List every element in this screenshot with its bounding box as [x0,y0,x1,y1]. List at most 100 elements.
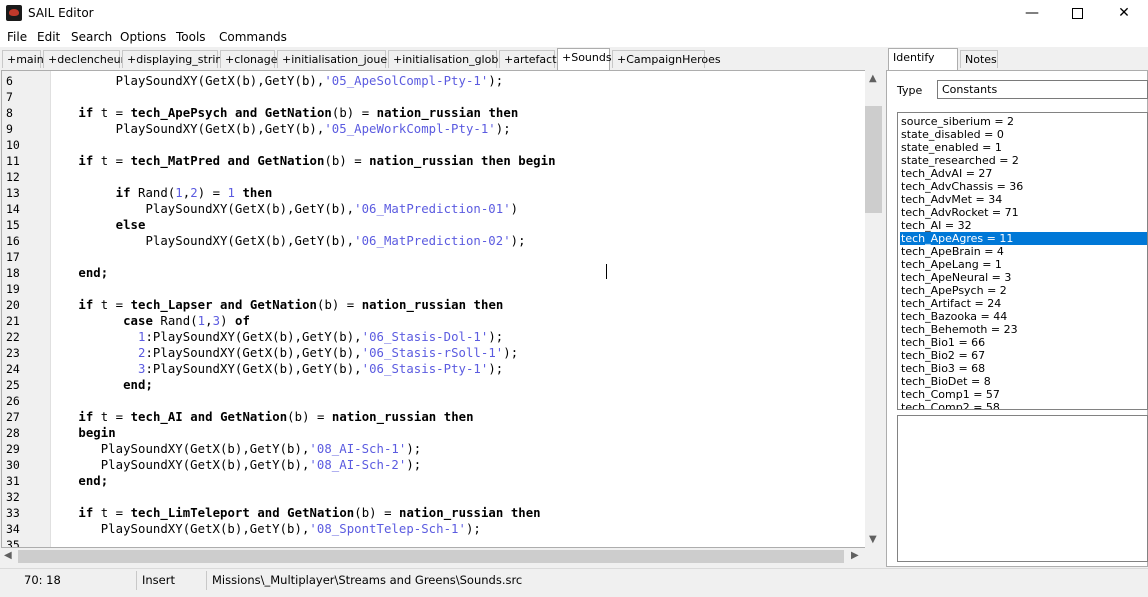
chevron-down-icon[interactable]: ▼ [869,534,877,545]
tab-displaying-strings[interactable]: +displaying_strings [122,50,235,68]
close-icon[interactable]: ✕ [1101,0,1147,27]
menu-options[interactable]: Options [120,30,166,44]
code-line[interactable]: case Rand(1,3) of [56,314,250,328]
code-line[interactable]: else [56,218,146,232]
constant-item[interactable]: tech_ApeLang = 1 [900,258,1147,271]
tab-main[interactable]: +main [2,50,44,68]
menu-tools[interactable]: Tools [176,30,206,44]
constant-item[interactable]: tech_AdvChassis = 36 [900,180,1147,193]
keyword: nation_russian [361,298,467,312]
chevron-right-icon[interactable]: ▶ [851,550,859,561]
tab-initialisation-globale[interactable]: +initialisation_globale [388,50,515,68]
constant-name: tech_BioDet [901,375,968,388]
tab-sounds[interactable]: +Sounds [557,48,612,70]
code-line[interactable]: PlaySoundXY(GetX(b),GetY(b),'08_AI-Sch-2… [56,458,421,472]
code-line[interactable]: PlaySoundXY(GetX(b),GetY(b),'05_ApeWorkC… [56,122,511,136]
title-bar [0,0,1148,27]
keyword: GetNation [287,506,355,520]
menu-search[interactable]: Search [71,30,112,44]
code-line[interactable]: if t = tech_Lapser and GetNation(b) = na… [56,298,503,312]
constant-item[interactable]: tech_AdvAI = 27 [900,167,1147,180]
code-line[interactable]: if t = tech_LimTeleport and GetNation(b)… [56,506,541,520]
constant-item[interactable]: tech_BioDet = 8 [900,375,1147,388]
constant-item[interactable]: tech_Behemoth = 23 [900,323,1147,336]
constant-name: tech_Bio1 [901,336,955,349]
line-number: 14 [6,202,20,216]
minimize-icon[interactable]: — [1009,0,1055,27]
line-number: 23 [6,346,20,360]
tab-artefacts[interactable]: +artefacts [499,50,562,68]
code-token: ); [495,122,511,136]
constant-item[interactable]: state_disabled = 0 [900,128,1147,141]
tab-identify-lite[interactable]: Identify (Lite) [888,48,958,82]
number-literal: 1 [227,186,235,200]
constant-item[interactable]: tech_AdvRocket = 71 [900,206,1147,219]
vertical-scroll-thumb[interactable] [865,106,882,213]
constant-item[interactable]: source_siberium = 2 [900,115,1147,128]
constant-item[interactable]: tech_Bio2 = 67 [900,349,1147,362]
constant-name: tech_ApeNeural [901,271,989,284]
string-literal: '06_Stasis-rSoll-1' [361,346,504,360]
keyword: case [123,314,153,328]
code-line[interactable]: 2:PlaySoundXY(GetX(b),GetY(b),'06_Stasis… [56,346,518,360]
chevron-left-icon[interactable]: ◀ [4,550,12,561]
maximize-icon[interactable] [1055,0,1101,27]
keyword: then [510,506,541,520]
constant-item[interactable]: tech_ApePsych = 2 [900,284,1147,297]
line-number: 27 [6,410,20,424]
tab-clonage[interactable]: +clonage [220,50,278,68]
chevron-up-icon[interactable]: ▲ [869,73,877,84]
code-line[interactable]: PlaySoundXY(GetX(b),GetY(b),'08_SpontTel… [56,522,481,536]
code-line[interactable]: end; [56,378,153,392]
constant-item[interactable]: tech_AI = 32 [900,219,1147,232]
code-line[interactable]: 1:PlaySoundXY(GetX(b),GetY(b),'06_Stasis… [56,330,503,344]
constant-item[interactable]: tech_Bio1 = 66 [900,336,1147,349]
constant-item[interactable]: tech_ApeAgres = 11 [900,232,1147,245]
code-line[interactable]: PlaySoundXY(GetX(b),GetY(b),'05_ApeSolCo… [56,74,504,88]
constant-item[interactable]: tech_Comp2 = 58 [900,401,1147,409]
line-number: 6 [6,74,13,88]
code-token: PlaySoundXY(GetX(b),GetY(b), [56,74,325,88]
constant-item[interactable]: tech_Comp1 = 57 [900,388,1147,401]
constant-item[interactable]: tech_AdvMet = 34 [900,193,1147,206]
code-line[interactable]: if Rand(1,2) = 1 then [56,186,273,200]
constants-list[interactable]: source_siberium = 2 state_disabled = 0 sta… [897,112,1148,410]
tab-declencheur[interactable]: +declencheur [43,50,125,68]
constant-item[interactable]: tech_ApeBrain = 4 [900,245,1147,258]
code-line[interactable]: 3:PlaySoundXY(GetX(b),GetY(b),'06_Stasis… [56,362,503,376]
code-line[interactable]: if t = tech_MatPred and GetNation(b) = n… [56,154,556,168]
constant-item[interactable]: tech_Bio3 = 68 [900,362,1147,375]
keyword: and [234,106,258,120]
code-line[interactable]: if t = tech_AI and GetNation(b) = nation… [56,410,474,424]
line-number: 18 [6,266,20,280]
code-token: ); [488,362,504,376]
description-box[interactable] [897,415,1148,562]
constant-item[interactable]: state_enabled = 1 [900,141,1147,154]
code-token: , [205,314,213,328]
code-line[interactable]: end; [56,474,108,488]
menu-edit[interactable]: Edit [37,30,60,44]
code-editor[interactable]: 6 7 8 9 10 11 12 13 14 15 16 17 18 19 20 21 22 23 24 25 26 27… [1,70,866,548]
code-line[interactable]: PlaySoundXY(GetX(b),GetY(b),'06_MatPredi… [56,202,518,216]
constant-item[interactable]: tech_Artifact = 24 [900,297,1147,310]
constant-item[interactable]: state_researched = 2 [900,154,1147,167]
constant-item[interactable]: tech_ApeNeural = 3 [900,271,1147,284]
code-line[interactable]: if t = tech_ApePsych and GetNation(b) = … [56,106,518,120]
tab-initialisation-joueurs[interactable]: +initialisation_joueurs [277,50,404,68]
code-line[interactable]: PlaySoundXY(GetX(b),GetY(b),'08_AI-Sch-1… [56,442,421,456]
constant-name: state_enabled [901,141,979,154]
menu-commands[interactable]: Commands [219,30,287,44]
type-select[interactable]: Constants [937,80,1148,99]
constant-value: = 66 [958,336,986,349]
constant-item[interactable]: tech_Bazooka = 44 [900,310,1147,323]
menu-file[interactable]: File [7,30,27,44]
tab-campaignheroes[interactable]: +CampaignHeroes [612,50,721,68]
code-line[interactable]: end; [56,266,108,280]
constant-name: tech_AdvAI [901,167,963,180]
horizontal-scroll-thumb[interactable] [18,550,844,563]
code-line[interactable]: PlaySoundXY(GetX(b),GetY(b),'06_MatPredi… [56,234,526,248]
tab-notes[interactable]: Notes [960,50,998,68]
code-line[interactable]: begin [56,426,116,440]
